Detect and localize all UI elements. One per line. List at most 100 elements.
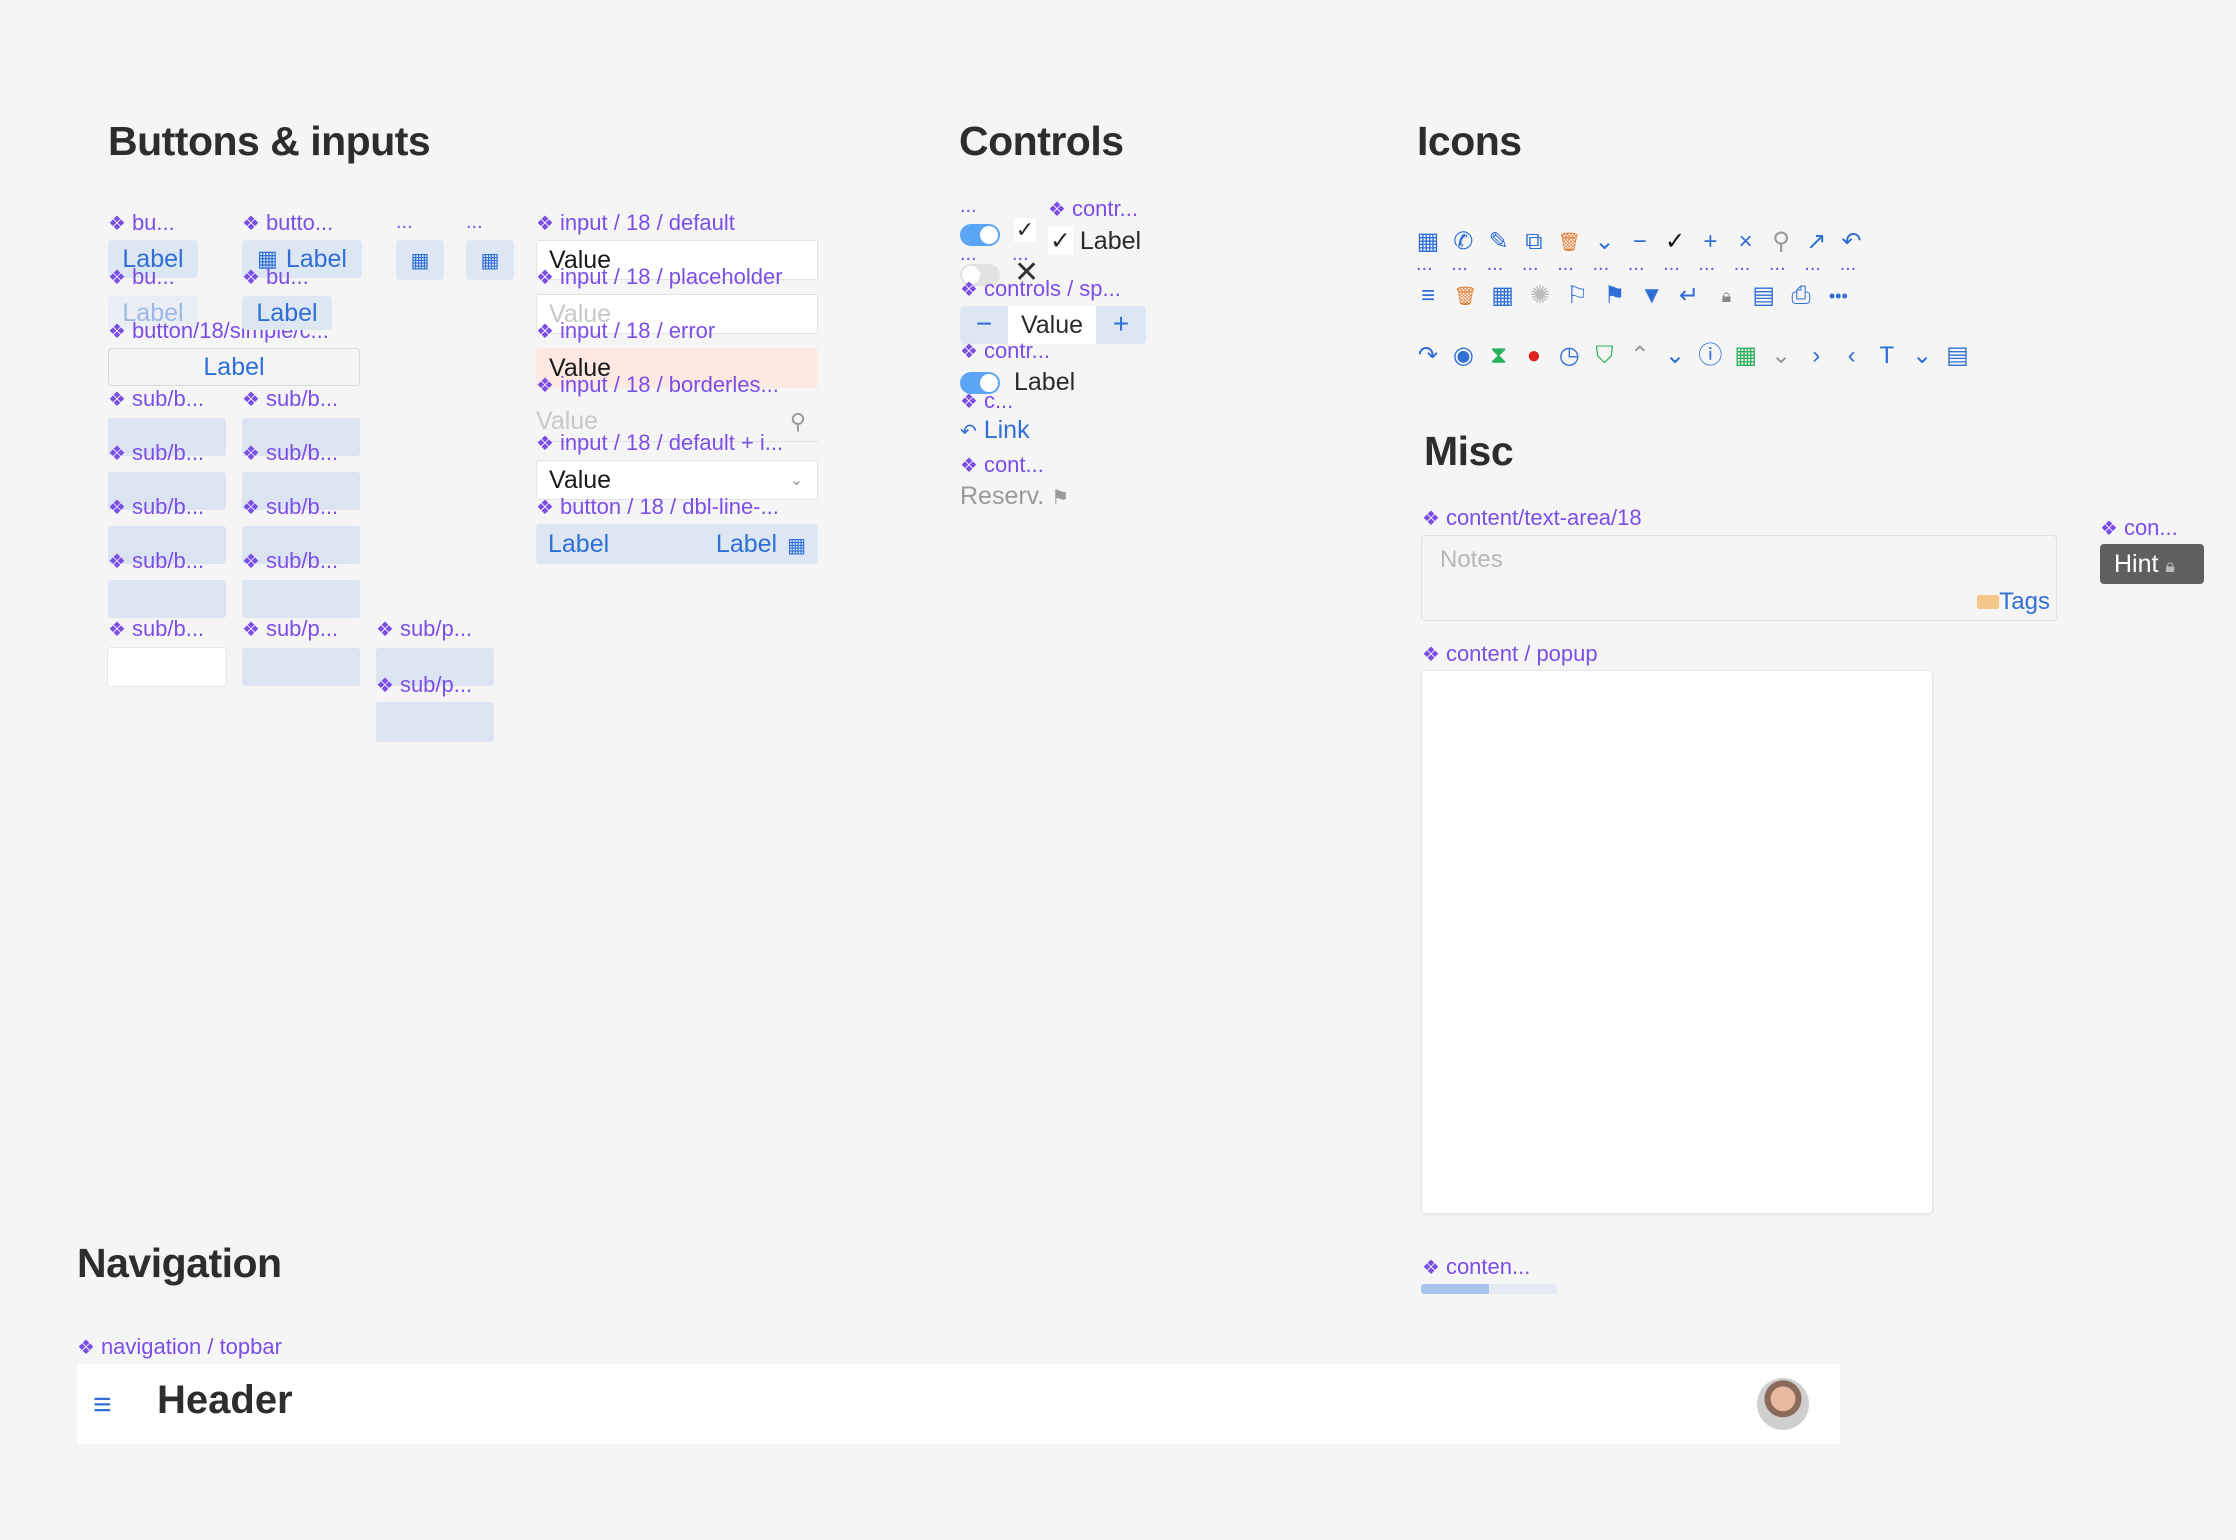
section-title-misc: Misc bbox=[1424, 428, 1514, 474]
component-label: ❖ sub/b... bbox=[242, 440, 339, 465]
link-text: Link bbox=[983, 416, 1030, 444]
search-icon[interactable]: ⚲ bbox=[1765, 228, 1797, 256]
lock-icon[interactable]: 🔒︎ bbox=[1710, 282, 1742, 310]
menu-icon[interactable]: ≡ bbox=[93, 1386, 112, 1423]
check-icon[interactable]: ✓ bbox=[1659, 228, 1691, 256]
component-label: ❖ input / 18 / borderles... bbox=[536, 372, 779, 397]
sub-button-block-white[interactable] bbox=[108, 648, 226, 686]
component-label: ... bbox=[1769, 253, 1786, 275]
component-label: ❖ navigation / topbar bbox=[77, 1334, 282, 1359]
double-chevron-down-icon[interactable]: ⌄ bbox=[1589, 228, 1621, 256]
info-icon[interactable]: ⓘ bbox=[1694, 342, 1726, 370]
phone-icon[interactable]: ✆ bbox=[1447, 228, 1479, 256]
button-dbl-line[interactable]: Label Label ▦ bbox=[536, 524, 818, 564]
component-label: ❖ c... bbox=[960, 388, 1014, 413]
arrow-up-right-icon[interactable]: ↗ bbox=[1800, 228, 1832, 256]
text-area[interactable]: Notes Tags bbox=[1421, 535, 2057, 621]
filter-icon[interactable]: ▼ bbox=[1636, 282, 1668, 310]
chevron-down-icon[interactable]: ⌄ bbox=[1906, 342, 1938, 370]
button-simple[interactable]: Label bbox=[108, 348, 360, 386]
pencil-icon[interactable]: ✎ bbox=[1483, 228, 1515, 256]
component-label: ... bbox=[1733, 253, 1751, 275]
component-label: ❖ butto... bbox=[242, 210, 334, 235]
hint-text: Hint bbox=[2114, 550, 2159, 578]
return-icon[interactable]: ↵ bbox=[1673, 282, 1705, 310]
component-label: ❖ sub/b... bbox=[108, 548, 205, 573]
hourglass-icon[interactable]: ⧗ bbox=[1483, 342, 1515, 370]
reserved-text: Reserv. bbox=[960, 482, 1045, 510]
document-icon[interactable]: ▤ bbox=[1942, 342, 1974, 370]
text-icon[interactable]: T bbox=[1871, 342, 1903, 370]
component-label: ... bbox=[1486, 253, 1504, 275]
minus-icon[interactable]: − bbox=[1624, 228, 1656, 256]
sub-panel-block[interactable] bbox=[376, 702, 494, 742]
button-right: Label ▦ bbox=[716, 530, 806, 559]
loading-icon[interactable]: ✺ bbox=[1524, 282, 1556, 310]
component-label: ❖ conten... bbox=[1422, 1254, 1531, 1279]
component-label: ... bbox=[1627, 253, 1645, 275]
redo-icon[interactable]: ↷ bbox=[1412, 342, 1444, 370]
close-icon[interactable]: × bbox=[1730, 228, 1762, 256]
component-label: ... bbox=[1557, 253, 1574, 275]
flag-outline-icon: ⚑ bbox=[1051, 487, 1070, 509]
flag-outline-icon[interactable]: ⚐ bbox=[1561, 282, 1593, 310]
grid-button[interactable]: ▦ bbox=[466, 240, 514, 280]
chevron-down-icon[interactable]: ⌄ bbox=[1659, 342, 1691, 370]
component-label: ❖ bu... bbox=[108, 210, 175, 235]
sub-panel-block[interactable] bbox=[242, 648, 360, 686]
calendar-icon[interactable]: ▦ bbox=[1412, 228, 1444, 256]
component-label: ❖ controls / sp... bbox=[960, 276, 1121, 301]
checkbox-with-label[interactable]: ✓ Label bbox=[1048, 226, 1141, 256]
menu-icon[interactable]: ≡ bbox=[1412, 282, 1444, 310]
page-title: Header bbox=[157, 1378, 293, 1422]
link[interactable]: ↶ Link bbox=[960, 416, 1030, 445]
copy-icon[interactable]: ⧉ bbox=[1518, 228, 1550, 256]
button-text: Label bbox=[256, 298, 318, 327]
component-label: ... bbox=[1698, 253, 1716, 275]
topbar: ≡ Header bbox=[77, 1364, 1840, 1444]
avatar[interactable] bbox=[1757, 1378, 1809, 1430]
undo-icon[interactable]: ↶ bbox=[1836, 228, 1868, 256]
trash-icon[interactable]: 🗑︎ bbox=[1553, 228, 1585, 256]
shield-icon[interactable]: ⛉ bbox=[1589, 342, 1621, 370]
tags-text: Tags bbox=[1999, 588, 2050, 615]
document-icon[interactable]: ▤ bbox=[1748, 282, 1780, 310]
chevron-left-icon[interactable]: ‹ bbox=[1836, 342, 1868, 370]
button-text: Label bbox=[203, 352, 265, 381]
component-label: ❖ cont... bbox=[960, 452, 1044, 477]
button-text-right: Label bbox=[715, 529, 778, 558]
plus-icon[interactable]: + bbox=[1694, 228, 1726, 256]
grid-icon[interactable]: ▦ bbox=[1487, 282, 1519, 310]
table-icon[interactable]: ▦ bbox=[1730, 342, 1762, 370]
component-label: ... bbox=[396, 211, 413, 233]
checkbox-checked[interactable]: ✓ bbox=[1014, 218, 1036, 242]
toggle-label: Label bbox=[1014, 368, 1076, 396]
component-label: ... bbox=[1521, 253, 1539, 275]
section-title-navigation: Navigation bbox=[77, 1240, 282, 1286]
popup bbox=[1421, 670, 1933, 1214]
record-icon[interactable]: ● bbox=[1518, 342, 1550, 370]
component-label: ❖ con... bbox=[2100, 515, 2178, 540]
chevron-right-icon[interactable]: › bbox=[1800, 342, 1832, 370]
search-icon: ⚲ bbox=[789, 408, 806, 434]
calendar-button[interactable]: ▦ bbox=[396, 240, 444, 280]
sub-button-block[interactable] bbox=[108, 580, 226, 618]
plus-button[interactable]: + bbox=[1096, 306, 1146, 344]
flag-icon[interactable]: ⚑ bbox=[1599, 282, 1631, 310]
reserved-badge: Reserv. ⚑ bbox=[960, 482, 1069, 511]
more-icon[interactable]: ••• bbox=[1822, 282, 1854, 310]
component-label: ❖ sub/b... bbox=[108, 386, 205, 411]
eye-icon[interactable]: ◉ bbox=[1447, 342, 1479, 370]
sub-button-block[interactable] bbox=[242, 580, 360, 618]
section-title-controls: Controls bbox=[959, 118, 1124, 164]
clock-icon[interactable]: ◷ bbox=[1553, 342, 1585, 370]
button-label[interactable]: Label bbox=[242, 296, 332, 330]
trash-icon[interactable]: 🗑︎ bbox=[1449, 282, 1481, 310]
print-icon[interactable]: ⎙ bbox=[1785, 282, 1817, 310]
tags-button[interactable]: Tags bbox=[1977, 588, 2050, 616]
check-icon: ✓ bbox=[1048, 227, 1073, 255]
checkbox-label: Label bbox=[1079, 227, 1142, 255]
chevron-down-light-icon[interactable]: ⌄ bbox=[1765, 342, 1797, 370]
chevron-up-icon[interactable]: ⌃ bbox=[1624, 342, 1656, 370]
component-label: ❖ input / 18 / error bbox=[536, 318, 716, 343]
